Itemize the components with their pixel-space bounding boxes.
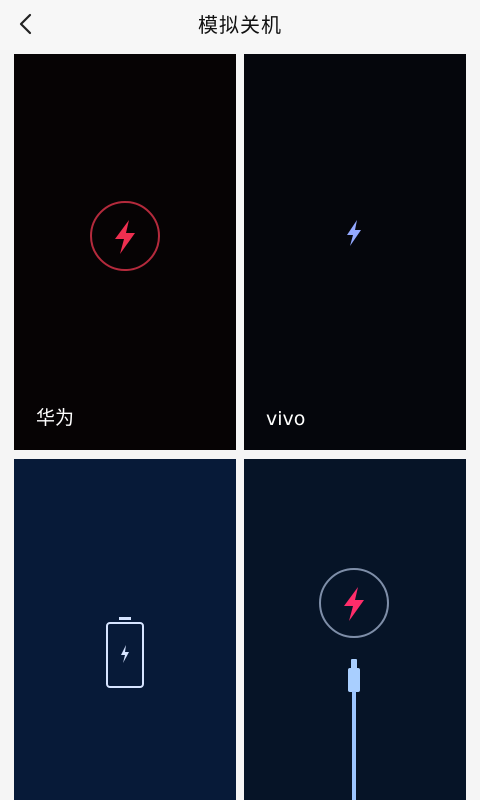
lightning-in-circle-icon	[90, 201, 160, 271]
chevron-left-icon	[19, 13, 32, 35]
shutdown-style-card-huawei[interactable]: 华为	[14, 54, 236, 450]
card-label: vivo	[266, 408, 306, 430]
page-title: 模拟关机	[198, 13, 282, 37]
back-button[interactable]	[10, 8, 42, 40]
lightning-icon	[347, 220, 361, 246]
battery-icon	[106, 617, 144, 688]
shutdown-style-card-cable[interactable]	[244, 459, 466, 800]
shutdown-style-card-battery[interactable]	[14, 459, 236, 800]
lightning-in-circle-icon	[319, 568, 389, 638]
card-label: 华为	[36, 407, 75, 429]
shutdown-style-card-vivo[interactable]: vivo	[244, 54, 466, 450]
app-header: 模拟关机	[0, 0, 480, 50]
charging-cable-icon	[348, 659, 360, 800]
